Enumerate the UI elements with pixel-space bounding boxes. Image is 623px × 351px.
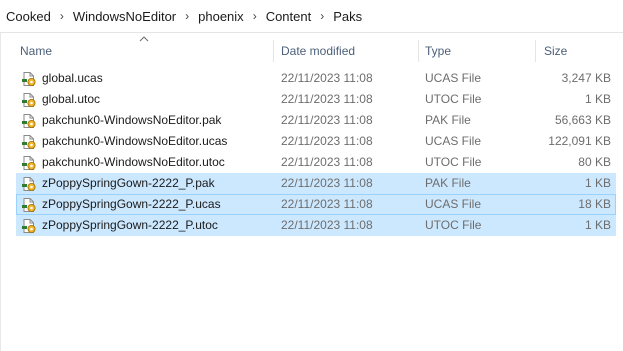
file-size: 122,091 KB: [548, 134, 611, 148]
file-row[interactable]: pakchunk0-WindowsNoEditor.pak 22/11/2023 …: [16, 110, 616, 131]
file-name-cell[interactable]: pakchunk0-WindowsNoEditor.ucas: [21, 132, 276, 151]
file-row[interactable]: zPoppySpringGown-2222_P.pak 22/11/2023 11…: [16, 173, 616, 194]
column-header-date-modified[interactable]: Date modified: [274, 38, 418, 64]
file-type: PAK File: [425, 113, 471, 127]
file-with-gear-icon: [22, 113, 36, 128]
file-size: 1 KB: [584, 176, 611, 190]
file-size: 1 KB: [584, 218, 611, 232]
file-name: zPoppySpringGown-2222_P.ucas: [42, 197, 221, 211]
file-name: pakchunk0-WindowsNoEditor.utoc: [42, 155, 225, 169]
file-with-gear-icon: [22, 197, 36, 212]
file-type: PAK File: [425, 176, 471, 190]
file-date-modified: 22/11/2023 11:08: [281, 218, 373, 232]
file-date-modified: 22/11/2023 11:08: [281, 197, 373, 211]
file-name-cell[interactable]: zPoppySpringGown-2222_P.pak: [21, 174, 276, 193]
file-row[interactable]: pakchunk0-WindowsNoEditor.ucas 22/11/2023…: [16, 131, 616, 152]
file-with-gear-icon: [22, 155, 36, 170]
file-size: 1 KB: [584, 92, 611, 106]
file-with-gear-icon: [22, 134, 36, 149]
file-date-modified: 22/11/2023 11:08: [281, 113, 373, 127]
file-row[interactable]: zPoppySpringGown-2222_P.ucas 22/11/2023 1…: [16, 194, 616, 215]
file-name-cell[interactable]: global.utoc: [21, 90, 276, 109]
file-size: 3,247 KB: [561, 71, 611, 85]
file-name: pakchunk0-WindowsNoEditor.ucas: [42, 134, 228, 148]
file-name: zPoppySpringGown-2222_P.utoc: [42, 218, 218, 232]
file-type: UCAS File: [425, 71, 482, 85]
file-name: zPoppySpringGown-2222_P.pak: [42, 176, 215, 190]
file-size: 80 KB: [578, 155, 611, 169]
pane-divider: [0, 33, 1, 351]
breadcrumb-item[interactable]: Paks: [333, 9, 362, 24]
chevron-right-icon[interactable]: ›: [179, 9, 195, 23]
file-type: UTOC File: [425, 155, 482, 169]
file-with-gear-icon: [22, 218, 36, 233]
chevron-right-icon[interactable]: ›: [314, 9, 330, 23]
file-size: 18 KB: [578, 197, 611, 211]
file-row[interactable]: zPoppySpringGown-2222_P.utoc 22/11/2023 1…: [16, 215, 616, 236]
file-size: 56,663 KB: [554, 113, 611, 127]
file-name-cell[interactable]: zPoppySpringGown-2222_P.ucas: [21, 195, 276, 214]
file-name: pakchunk0-WindowsNoEditor.pak: [42, 113, 222, 127]
column-header-name[interactable]: Name: [10, 38, 272, 64]
file-type: UCAS File: [425, 134, 482, 148]
chevron-right-icon[interactable]: ›: [247, 9, 263, 23]
file-with-gear-icon: [22, 92, 36, 107]
file-type: UTOC File: [425, 218, 482, 232]
breadcrumb-item[interactable]: WindowsNoEditor: [73, 9, 176, 24]
file-with-gear-icon: [22, 176, 36, 191]
file-date-modified: 22/11/2023 11:08: [281, 92, 373, 106]
file-date-modified: 22/11/2023 11:08: [281, 71, 373, 85]
breadcrumb-item[interactable]: phoenix: [198, 9, 244, 24]
file-name: global.utoc: [42, 92, 101, 106]
file-with-gear-icon: [22, 71, 36, 86]
file-date-modified: 22/11/2023 11:08: [281, 134, 373, 148]
file-name: global.ucas: [42, 71, 103, 85]
column-header-type[interactable]: Type: [419, 38, 535, 64]
file-row[interactable]: global.utoc 22/11/2023 11:08 UTOC File 1 KB: [16, 89, 616, 110]
file-list: global.ucas 22/11/2023 11:08 UCAS File 3,24…: [16, 68, 616, 236]
file-name-cell[interactable]: zPoppySpringGown-2222_P.utoc: [21, 216, 276, 235]
file-name-cell[interactable]: pakchunk0-WindowsNoEditor.pak: [21, 111, 276, 130]
chevron-right-icon[interactable]: ›: [54, 9, 70, 23]
breadcrumb-item[interactable]: Cooked: [6, 9, 51, 24]
file-row[interactable]: pakchunk0-WindowsNoEditor.utoc 22/11/2023…: [16, 152, 616, 173]
file-date-modified: 22/11/2023 11:08: [281, 176, 373, 190]
file-type: UTOC File: [425, 92, 482, 106]
column-header-row: Name Date modified Type Size: [10, 38, 623, 64]
file-name-cell[interactable]: global.ucas: [21, 69, 276, 88]
file-row[interactable]: global.ucas 22/11/2023 11:08 UCAS File 3,24…: [16, 68, 616, 89]
file-name-cell[interactable]: pakchunk0-WindowsNoEditor.utoc: [21, 153, 276, 172]
breadcrumb-item[interactable]: Content: [266, 9, 312, 24]
column-header-size[interactable]: Size: [536, 38, 616, 64]
file-date-modified: 22/11/2023 11:08: [281, 155, 373, 169]
file-type: UCAS File: [425, 197, 482, 211]
address-bar[interactable]: Cooked › WindowsNoEditor › phoenix › Con…: [0, 0, 623, 33]
